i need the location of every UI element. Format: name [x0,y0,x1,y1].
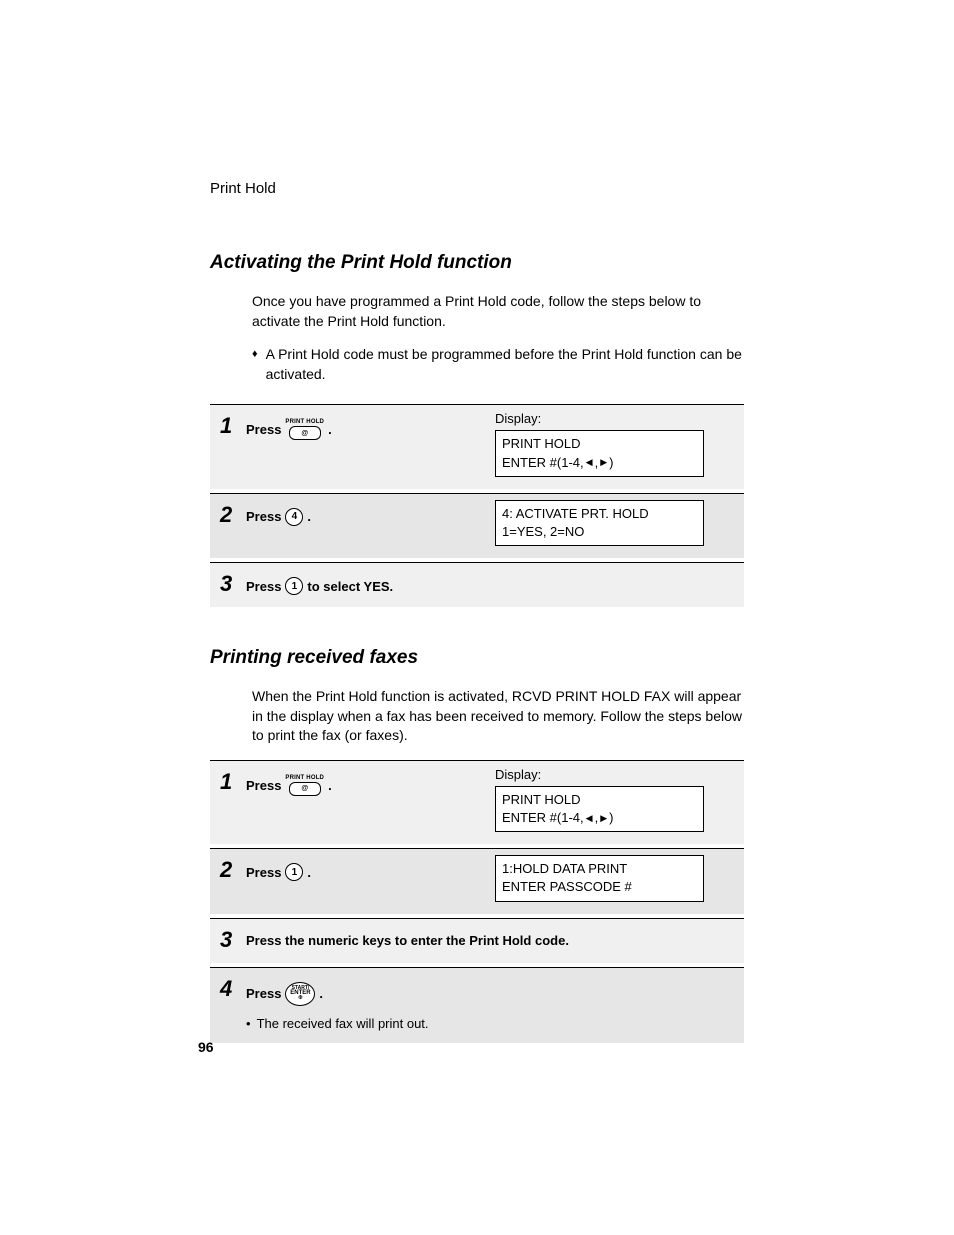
step-press-label: Press [246,986,281,1001]
step-instruction: Press PRINT HOLD @ . [246,419,332,440]
step-instruction: Press 4 . [246,508,311,526]
left-arrow-icon: ◀ [586,458,593,467]
step-number: 2 [220,859,246,881]
step-number: 3 [220,573,246,595]
step-row-1: 1 Press PRINT HOLD @ . Display: PRINT HO… [210,760,744,844]
subnote-text: The received fax will print out. [257,1016,429,1031]
step-row-2: 2 Press 1 . 1:HOLD DATA PRINT ENTER PASS… [210,848,744,913]
note-text: A Print Hold code must be programmed bef… [266,345,744,384]
step-row-4: 4 Press START/ ENTER Φ . • The received … [210,967,744,1043]
step-number: 4 [220,978,246,1000]
display-line-1: PRINT HOLD [502,791,697,809]
step-row-3: 3 Press the numeric keys to enter the Pr… [210,918,744,963]
display-line-1: 1:HOLD DATA PRINT [502,860,697,878]
step-instruction: Press the numeric keys to enter the Prin… [246,933,569,948]
step-period: . [319,986,323,1001]
display-label: Display: [495,411,734,426]
numeric-key-4-icon: 4 [285,508,303,526]
step-period: . [328,422,332,437]
display-line-2: ENTER #(1-4, ◀, ▶ ) [502,454,697,472]
step-press-label: Press [246,422,281,437]
step-press-label: Press [246,778,281,793]
display-box: PRINT HOLD ENTER #(1-4, ◀, ▶ ) [495,430,704,476]
step-press-label: Press [246,579,281,594]
step-row-2: 2 Press 4 . 4: ACTIVATE PRT. HOLD 1=YES,… [210,493,744,558]
print-hold-symbol: @ [289,782,321,796]
print-hold-label: PRINT HOLD [285,775,324,781]
step-period: . [307,865,311,880]
display-line-2: ENTER #(1-4, ◀, ▶ ) [502,809,697,827]
step-number: 3 [220,929,246,951]
right-arrow-icon: ▶ [600,458,607,467]
step-text: Press the numeric keys to enter the Prin… [246,933,569,948]
bullet-icon: • [246,1016,251,1031]
intro-paragraph: Once you have programmed a Print Hold co… [252,292,744,331]
step-instruction: Press PRINT HOLD @ . [246,775,332,796]
print-hold-label: PRINT HOLD [285,419,324,425]
section-heading-activating: Activating the Print Hold function [210,252,744,274]
step-period: . [328,778,332,793]
numeric-key-1-icon: 1 [285,863,303,881]
page-number: 96 [198,1039,214,1055]
phi-icon: Φ [298,996,302,1001]
left-arrow-icon: ◀ [586,814,593,823]
step-number: 1 [220,415,246,437]
step-instruction: Press 1 to select YES. [246,577,393,595]
step-tail-text: to select YES. [307,579,393,594]
step-instruction: Press 1 . [246,863,311,881]
display-box: 4: ACTIVATE PRT. HOLD 1=YES, 2=NO [495,500,704,546]
display-line-1: 4: ACTIVATE PRT. HOLD [502,505,697,523]
step-subnote: • The received fax will print out. [246,1016,734,1031]
running-header: Print Hold [210,180,744,197]
step-row-1: 1 Press PRINT HOLD @ . Display: PRINT HO… [210,404,744,488]
print-hold-symbol: @ [289,426,321,440]
note-bullet: ♦ A Print Hold code must be programmed b… [252,345,744,384]
display-line-1: PRINT HOLD [502,435,697,453]
document-page: Print Hold Activating the Print Hold fun… [0,0,954,1235]
step-press-label: Press [246,509,281,524]
section-heading-printing: Printing received faxes [210,647,744,669]
numeric-key-1-icon: 1 [285,577,303,595]
display-box: 1:HOLD DATA PRINT ENTER PASSCODE # [495,855,704,901]
step-period: . [307,509,311,524]
display-label: Display: [495,767,734,782]
print-hold-button-icon: PRINT HOLD @ [285,419,324,440]
display-line-2: 1=YES, 2=NO [502,523,697,541]
diamond-bullet-icon: ♦ [252,345,258,384]
step-instruction: Press START/ ENTER Φ . [246,982,323,1006]
intro-paragraph: When the Print Hold function is activate… [252,687,744,746]
step-press-label: Press [246,865,281,880]
step-number: 2 [220,504,246,526]
display-box: PRINT HOLD ENTER #(1-4, ◀, ▶ ) [495,786,704,832]
step-number: 1 [220,771,246,793]
step-row-3: 3 Press 1 to select YES. [210,562,744,607]
print-hold-button-icon: PRINT HOLD @ [285,775,324,796]
right-arrow-icon: ▶ [600,814,607,823]
start-enter-button-icon: START/ ENTER Φ [285,982,315,1006]
display-line-2: ENTER PASSCODE # [502,878,697,896]
